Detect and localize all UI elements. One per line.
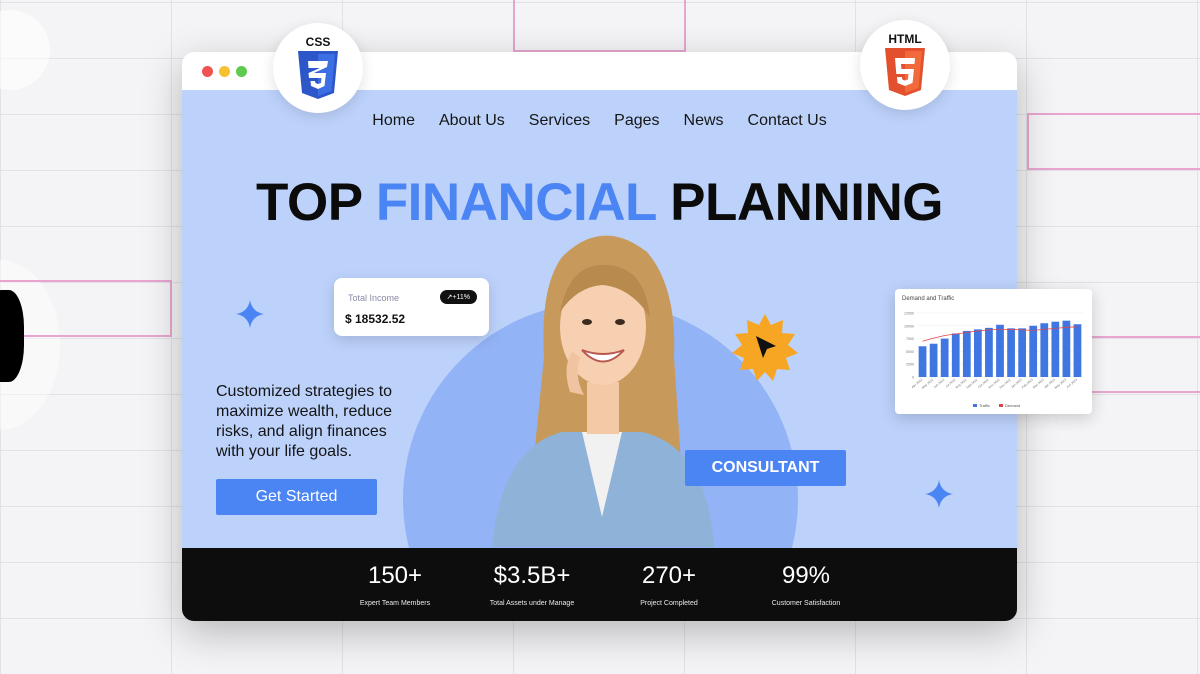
main-nav: Home About Us Services Pages News Contac… [182,112,1017,130]
nav-services[interactable]: Services [529,112,590,130]
background-circle [0,10,50,90]
nav-contact-us[interactable]: Contact Us [748,112,827,130]
stat-satisfaction: 99% Customer Satisfaction [731,562,881,607]
stat-label: Project Completed [640,600,698,607]
html-logo-label: HTML [888,32,922,46]
headline-part-1: TOP [256,173,376,232]
nav-home[interactable]: Home [372,112,415,130]
chart-bar [1029,325,1038,377]
x-tick-label: May 2022 [921,378,934,390]
browser-window: Home About Us Services Pages News Contac… [182,52,1017,621]
chart-bar [1073,324,1082,377]
y-tick-label: 7500 [906,337,914,341]
stat-team-members: 150+ Expert Team Members [320,562,470,607]
get-started-button[interactable]: Get Started [216,479,377,515]
nav-pages[interactable]: Pages [614,112,659,130]
y-tick-label: 2500 [906,363,914,367]
stat-value: 99% [781,562,831,589]
chart-bar [973,329,982,377]
sparkle-icon [236,300,264,328]
total-income-card: Total Income ↗+11% $ 18532.52 [334,278,489,336]
y-tick-label: 0 [912,376,914,380]
html5-shield-icon [885,48,925,96]
sparkle-icon [925,480,953,508]
stat-value: 150+ [367,562,423,589]
demand-traffic-chart: Demand and Traffic 0 2500 5000 7500 10000 125… [895,289,1092,414]
chart-bar [1040,323,1049,377]
legend-swatch [973,404,977,407]
stats-bar: 150+ Expert Team Members $3.5B+ Total As… [182,548,1017,621]
income-growth-badge: ↗+11% [439,290,477,304]
chart-bar [1007,328,1015,377]
css-logo: CSS [273,23,363,113]
income-label: Total Income [348,293,400,303]
hero-person-image [492,235,714,547]
stat-value: 270+ [641,562,697,589]
chart-bar [996,324,1004,377]
legend-label: Demand [1005,403,1020,408]
nav-about-us[interactable]: About Us [439,112,505,130]
y-tick-label: 5000 [906,350,914,354]
y-tick-label: 10000 [904,324,914,328]
x-tick-label: Jun 2023 [1065,378,1078,390]
stat-projects: 270+ Project Completed [594,562,744,607]
chart-bar [918,346,927,377]
css3-shield-icon [298,51,338,99]
close-window-dot[interactable] [202,66,213,77]
decorative-frame [0,280,172,337]
chart-bar [985,327,993,377]
chart-bar [951,333,960,377]
chart-bar [929,343,938,377]
chart-bar [1051,321,1060,377]
income-value: $ 18532.52 [345,312,406,326]
stat-value: $3.5B+ [493,562,571,589]
x-tick-label: Dec 2022 [999,378,1012,390]
x-tick-label: May 2023 [1054,378,1067,390]
chart-bar [962,330,971,377]
x-tick-label: Jun 2022 [933,378,946,390]
chart-bar [1018,328,1027,377]
decorative-frame [513,0,686,52]
legend-swatch [999,404,1003,407]
decorative-frame [1085,336,1200,393]
decorative-frame [1027,113,1200,170]
chart-bar [1062,320,1071,377]
css-logo-label: CSS [305,35,331,49]
x-tick-label: Mar 2023 [1032,378,1045,390]
nav-news[interactable]: News [684,112,724,130]
stat-label: Customer Satisfaction [771,600,841,607]
chart-bar [940,338,949,377]
stat-label: Total Assets under Manage [489,600,575,607]
hero-description: Customized strategies to maximize wealth… [216,383,393,460]
stat-label: Expert Team Members [359,600,431,607]
consultant-button[interactable]: CONSULTANT [685,450,846,486]
maximize-window-dot[interactable] [236,66,247,77]
cursor-icon [732,314,798,381]
minimize-window-dot[interactable] [219,66,230,77]
x-tick-label: Sep 2022 [965,378,978,390]
stat-total-assets: $3.5B+ Total Assets under Manage [457,562,607,607]
y-tick-label: 12500 [904,312,914,316]
legend-label: Traffic [979,403,990,408]
decorative-blob [0,290,24,382]
chart-canvas: 02500500075001000012500Apr 2022May 2022J… [904,312,1083,408]
html-logo: HTML [860,20,950,110]
